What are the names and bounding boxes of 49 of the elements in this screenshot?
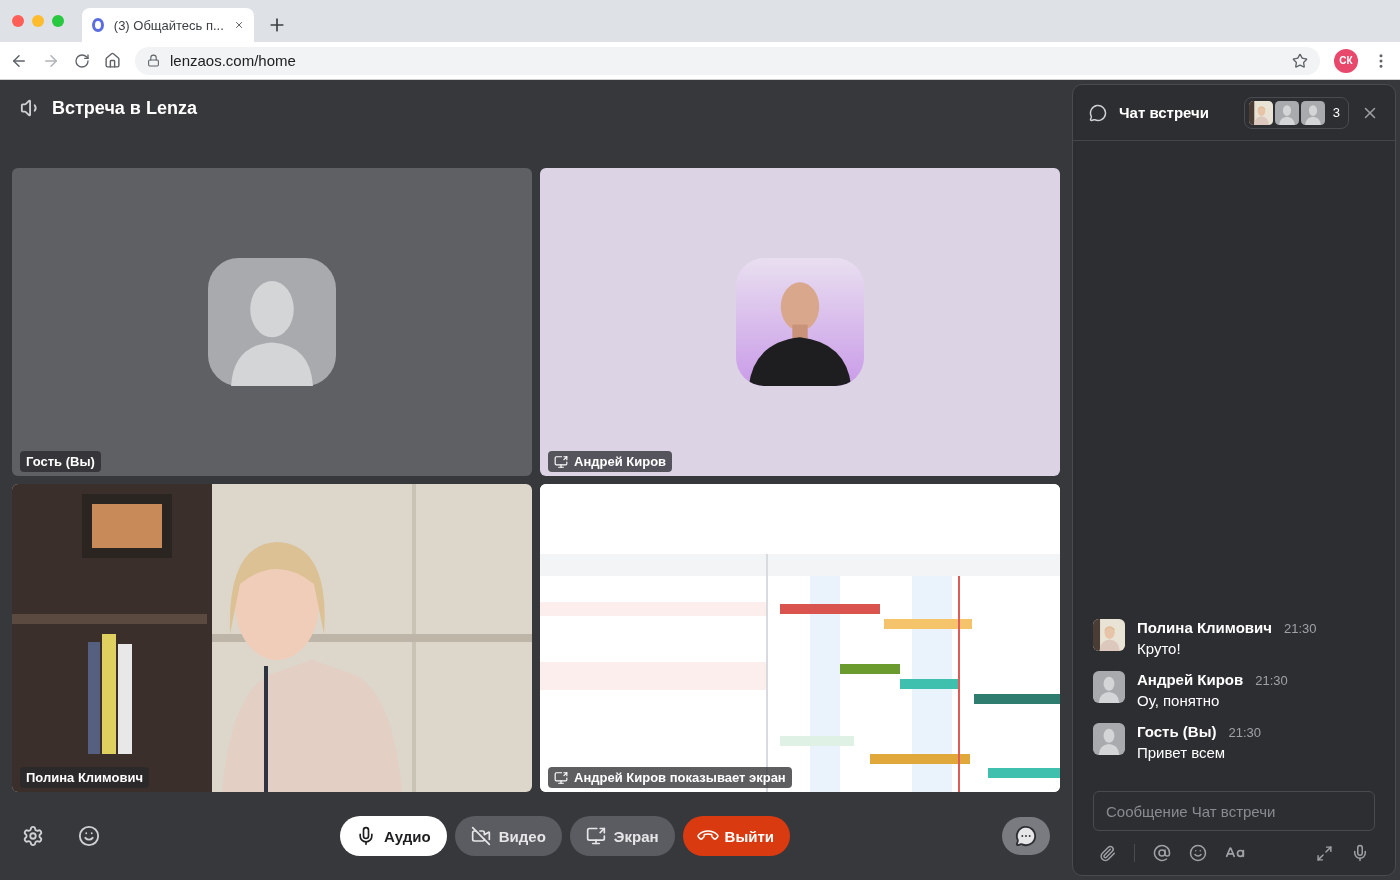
participant-name-text: Полина Климович [26,770,143,785]
favicon-icon [92,18,104,32]
participant-name-text: Гость (Вы) [26,454,95,469]
participant-name-text: Андрей Киров показывает экран [574,770,786,785]
expand-icon[interactable] [1316,844,1333,862]
mention-icon[interactable] [1153,844,1171,862]
emoji-icon[interactable] [78,825,100,847]
settings-icon[interactable] [22,825,44,847]
participants-button[interactable]: 3 [1243,96,1349,129]
emoji-icon[interactable] [1189,844,1207,862]
message-time: 21:30 [1284,621,1317,636]
avatar-icon [1274,100,1299,125]
avatar-icon [208,258,336,386]
video-button[interactable]: Видео [454,816,562,856]
message-time: 21:30 [1255,673,1288,688]
avatar-icon [1093,723,1125,755]
screen-button[interactable]: Экран [569,816,675,856]
avatar-icon [1093,671,1125,703]
message-input[interactable]: Сообщение Чат встречи [1093,791,1375,831]
message-text: Привет всем [1137,744,1227,761]
message-author: Полина Климович [1137,619,1272,636]
browser-tab[interactable]: (3) Общайтесь п... [82,8,254,42]
microphone-icon [356,826,376,846]
profile-avatar[interactable]: СК [1334,48,1358,73]
meeting-title: Встреча в Lenza [52,97,197,119]
camera-off-icon [470,826,491,846]
chat-title: Чат встречи [1119,104,1210,121]
chat-button[interactable] [1002,817,1050,855]
microphone-icon[interactable] [1351,844,1369,862]
avatar-icon [1300,100,1325,125]
message-author: Андрей Киров [1137,671,1244,688]
leave-button[interactable]: Выйти [682,816,790,856]
participant-name-text: Андрей Киров [574,454,667,469]
lock-icon [147,54,160,67]
message-text: Круто! [1137,640,1182,657]
home-icon[interactable] [104,52,121,69]
message-author: Гость (Вы) [1137,723,1217,740]
message-text: Оу, понятно [1137,692,1221,709]
chat-bubble-icon [1015,825,1037,847]
message-time: 21:30 [1228,725,1261,740]
screen-share-icon [554,770,568,785]
chat-icon [1089,103,1107,122]
bookmark-icon[interactable] [1292,52,1308,69]
address-bar[interactable]: lenzaos.com/home [135,46,1320,75]
reload-icon[interactable] [74,52,90,69]
audio-button[interactable]: Аудио [340,816,447,856]
screen-share-icon [585,826,606,846]
attach-icon[interactable] [1099,844,1116,862]
screen-share-icon [554,454,568,469]
